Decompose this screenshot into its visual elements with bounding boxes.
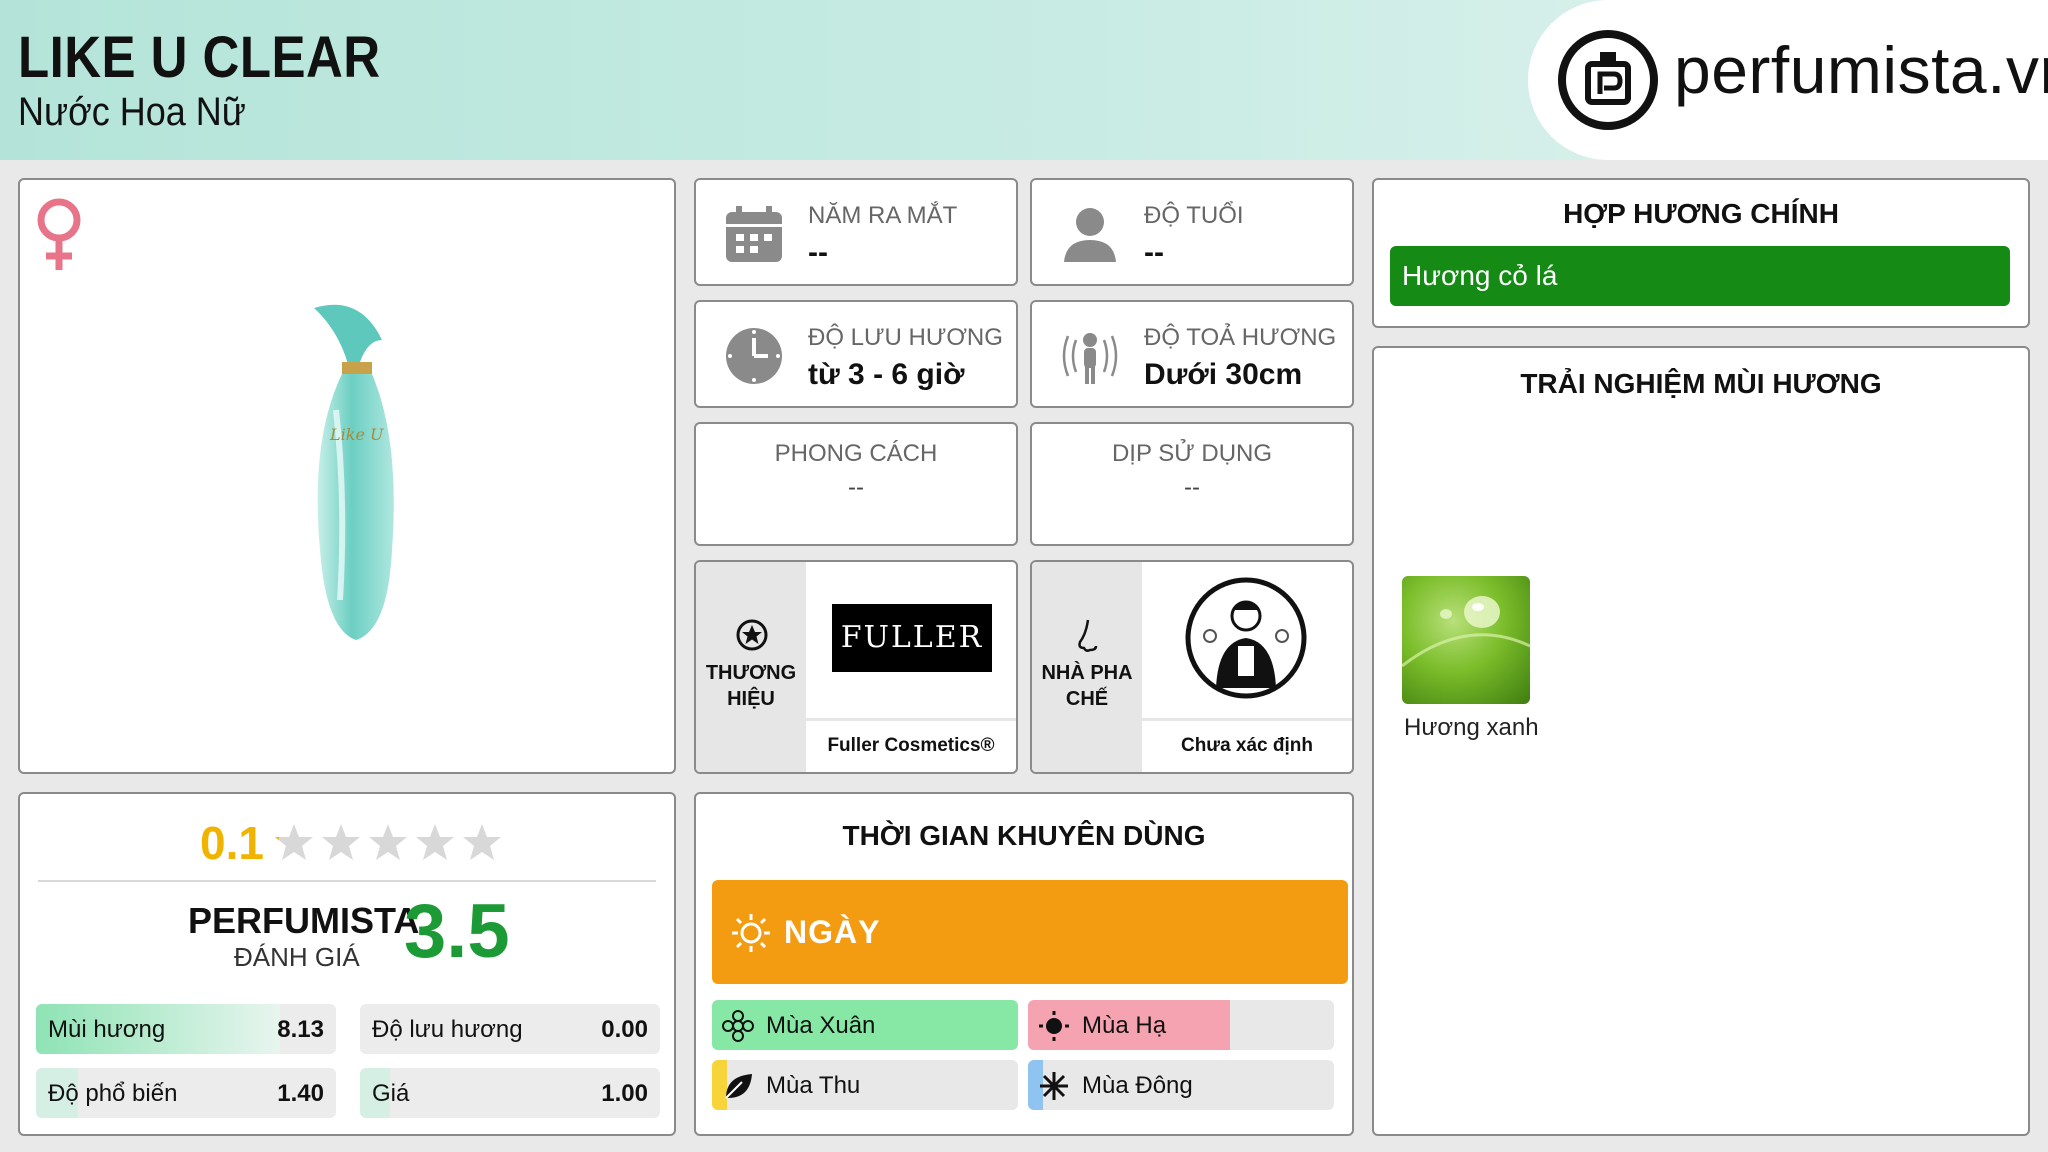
age-label: ĐỘ TUỔI: [1144, 202, 1244, 229]
sillage-value: Dưới 30cm: [1144, 358, 1303, 391]
female-icon: [37, 198, 81, 270]
star-icon[interactable]: [321, 822, 361, 862]
svg-text:Like U: Like U: [329, 425, 384, 444]
longevity-card: ĐỘ LƯU HƯƠNG từ 3 - 6 giờ: [694, 300, 1018, 408]
brand-side-panel: THƯƠNG HIỆU: [696, 562, 806, 772]
star-icon[interactable]: [274, 822, 314, 862]
occasion-value: --: [1184, 474, 1200, 501]
scent-experience-card: TRẢI NGHIỆM MÙI HƯƠNG Hương xanh: [1372, 346, 2030, 1136]
rating-card: 0.1 PERFUMISTA ĐÁNH GIÁ 3.5 Mùi hương 8.…: [18, 792, 676, 1136]
sillage-label: ĐỘ TOẢ HƯƠNG: [1144, 324, 1337, 351]
snowflake-icon: [1040, 1072, 1068, 1100]
accord-label: Hương cỏ lá: [1402, 260, 1558, 291]
perfumista-score: 3.5: [404, 889, 510, 974]
perfume-bottle-logo-icon: [1558, 30, 1658, 130]
metric-value: 8.13: [277, 1016, 324, 1043]
sillage-icon: [1062, 333, 1118, 384]
perfumer-label: NHÀ PHA CHẾ: [1041, 662, 1133, 710]
launch-year-value: --: [808, 236, 828, 269]
logo-text: perfumista.vn: [1674, 33, 2048, 107]
style-value: --: [848, 474, 864, 501]
metric-label: Giá: [372, 1080, 410, 1107]
accord-bar[interactable]: Hương cỏ lá: [1390, 246, 2010, 306]
recommended-time-card: THỜI GIAN KHUYÊN DÙNG NGÀY Mùa Xuân Mùa …: [694, 792, 1354, 1136]
metric-bar: Độ lưu hương 0.00: [360, 1004, 660, 1054]
water-drop-icon: [1402, 596, 1530, 668]
sillage-card: ĐỘ TOẢ HƯƠNG Dưới 30cm: [1030, 300, 1354, 408]
metric-bar: Độ phổ biến 1.40: [36, 1068, 336, 1118]
perfumista-sublabel: ĐÁNH GIÁ: [234, 942, 360, 972]
sun-icon: [732, 914, 770, 952]
clock-icon: [726, 328, 782, 384]
brand-card[interactable]: THƯƠNG HIỆU FULLER Fuller Cosmetics®: [694, 560, 1018, 774]
brand-label: THƯƠNG HIỆU: [705, 662, 797, 710]
leaf-icon: [725, 1074, 752, 1099]
metric-bar: Giá 1.00: [360, 1068, 660, 1118]
nose-icon: [1078, 619, 1098, 652]
metric-value: 1.00: [601, 1080, 648, 1107]
scent-experience-title: TRẢI NGHIỆM MÙI HƯƠNG: [1520, 368, 1882, 399]
style-card: PHONG CÁCH --: [694, 422, 1018, 546]
green-note-label: Hương xanh: [1404, 714, 1539, 741]
site-logo[interactable]: perfumista.vn: [1528, 0, 2048, 160]
recommended-time-title: THỜI GIAN KHUYÊN DÙNG: [842, 820, 1206, 851]
brand-name: Fuller Cosmetics®: [806, 718, 1016, 772]
perfumer-card[interactable]: NHÀ PHA CHẾ Chưa xác định: [1030, 560, 1354, 774]
season-label: Mùa Thu: [766, 1072, 861, 1099]
longevity-label: ĐỘ LƯU HƯƠNG: [808, 324, 1003, 351]
season-spring: Mùa Xuân: [712, 1000, 1018, 1050]
season-autumn: Mùa Thu: [712, 1060, 1018, 1110]
metric-value: 1.40: [277, 1080, 324, 1107]
launch-year-label: NĂM RA MẮT: [808, 202, 958, 229]
season-label: Mùa Xuân: [766, 1012, 876, 1039]
metric-label: Độ lưu hương: [372, 1016, 523, 1043]
header-banner: LIKE U CLEAR Nước Hoa Nữ perfumista.vn: [0, 0, 2048, 160]
perfumer-name: Chưa xác định: [1142, 718, 1352, 772]
green-note-image[interactable]: [1402, 576, 1530, 704]
star-badge-icon: [736, 619, 768, 651]
star-rating[interactable]: [274, 822, 502, 862]
calendar-icon: [726, 206, 782, 262]
perfume-bottle-image: Like U: [314, 304, 394, 640]
age-value: --: [1144, 236, 1164, 269]
perfumista-label: PERFUMISTA: [188, 900, 420, 941]
metric-label: Mùi hương: [48, 1016, 166, 1043]
page-subtitle: Nước Hoa Nữ: [18, 90, 246, 134]
perfumer-avatar-icon: [1185, 577, 1307, 699]
season-label: Mùa Hạ: [1082, 1012, 1167, 1039]
metric-bar: Mùi hương 8.13: [36, 1004, 336, 1054]
star-icon[interactable]: [368, 822, 408, 862]
page-title: LIKE U CLEAR: [18, 25, 381, 90]
user-rating-score: 0.1: [200, 817, 264, 869]
metric-value: 0.00: [601, 1016, 648, 1043]
occasion-card: DỊP SỬ DỤNG --: [1030, 422, 1354, 546]
launch-year-card: NĂM RA MẮT --: [694, 178, 1018, 286]
main-accord-card: HỢP HƯƠNG CHÍNH Hương cỏ lá: [1372, 178, 2030, 328]
perfume-image-card: Like U: [18, 178, 676, 774]
style-label: PHONG CÁCH: [774, 440, 938, 467]
perfumer-side-panel: NHÀ PHA CHẾ: [1032, 562, 1142, 772]
divider: [38, 880, 656, 882]
sun-icon: [1039, 1011, 1069, 1041]
season-winter: Mùa Đông: [1028, 1060, 1334, 1110]
brand-logo: FULLER: [832, 604, 992, 672]
longevity-value: từ 3 - 6 giờ: [808, 358, 965, 391]
metric-label: Độ phổ biến: [48, 1080, 178, 1107]
user-icon: [1064, 208, 1116, 262]
star-icon[interactable]: [462, 822, 502, 862]
season-summer: Mùa Hạ: [1028, 1000, 1334, 1050]
main-accord-title: HỢP HƯƠNG CHÍNH: [1563, 198, 1839, 229]
star-icon[interactable]: [415, 822, 455, 862]
season-label: Mùa Đông: [1082, 1072, 1193, 1099]
day-label: NGÀY: [784, 914, 881, 950]
occasion-label: DỊP SỬ DỤNG: [1111, 440, 1273, 467]
day-indicator: NGÀY: [712, 880, 1348, 984]
flower-icon: [722, 1010, 754, 1042]
age-card: ĐỘ TUỔI --: [1030, 178, 1354, 286]
